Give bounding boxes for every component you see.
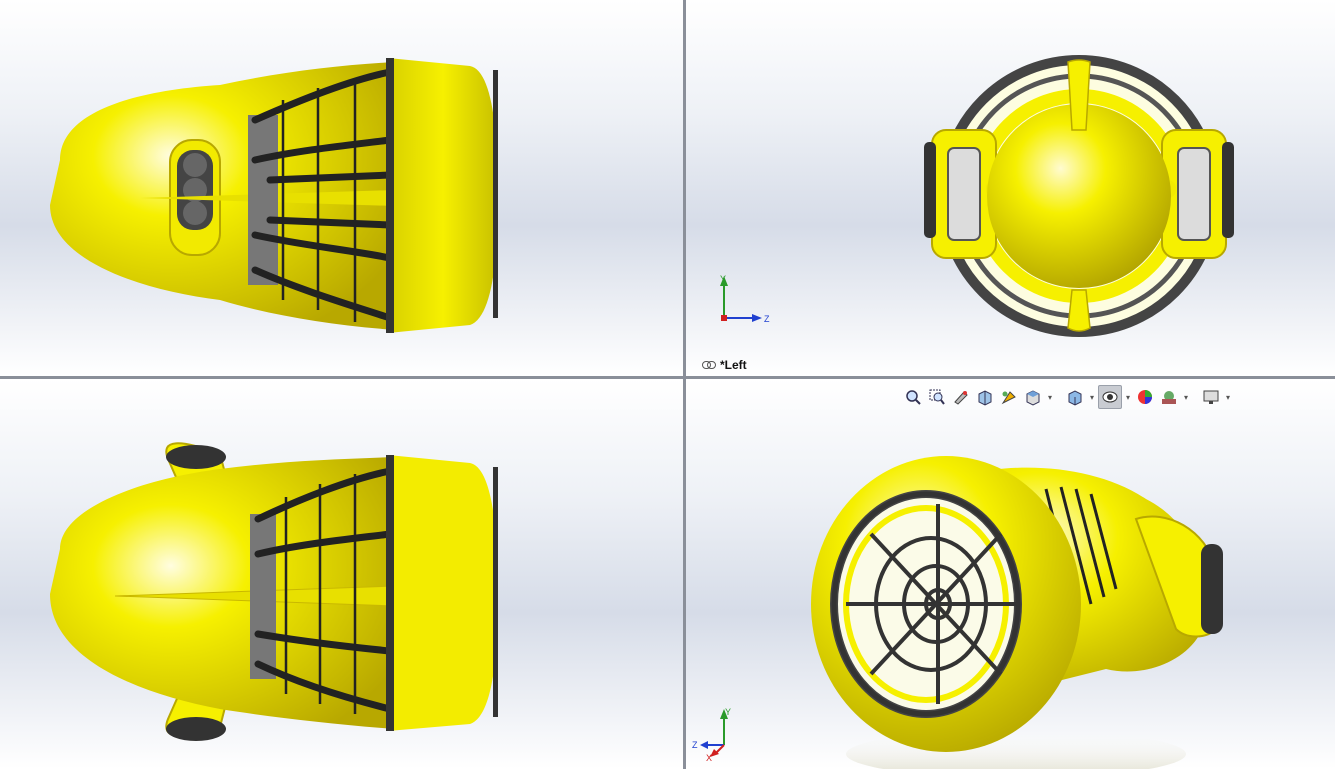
axis-y-label: Y xyxy=(725,707,731,717)
view-name-label: *Left xyxy=(702,358,747,372)
viewport-bottom-left[interactable] xyxy=(0,379,683,769)
viewport-top-left[interactable] xyxy=(0,0,683,376)
scooter-model-top-view[interactable] xyxy=(0,379,683,769)
axis-y-label: Y xyxy=(720,274,726,284)
scooter-model-isometric-view[interactable] xyxy=(686,379,1335,769)
axis-z-label: Z xyxy=(764,314,770,324)
link-icon xyxy=(702,361,716,369)
axis-triad: Y Z X xyxy=(692,707,731,763)
axis-x-label: X xyxy=(706,753,712,763)
axis-z-label: Z xyxy=(692,740,698,750)
viewport-bottom-right[interactable]: ▾ ▾ ▾ ▾ ▾ Y Z X xyxy=(686,379,1335,769)
axis-triad: Y Z xyxy=(720,274,770,324)
view-name-text: *Left xyxy=(720,358,747,372)
scooter-model-side-view[interactable] xyxy=(0,0,683,376)
viewport-top-right[interactable]: Y Z *Left xyxy=(686,0,1335,376)
